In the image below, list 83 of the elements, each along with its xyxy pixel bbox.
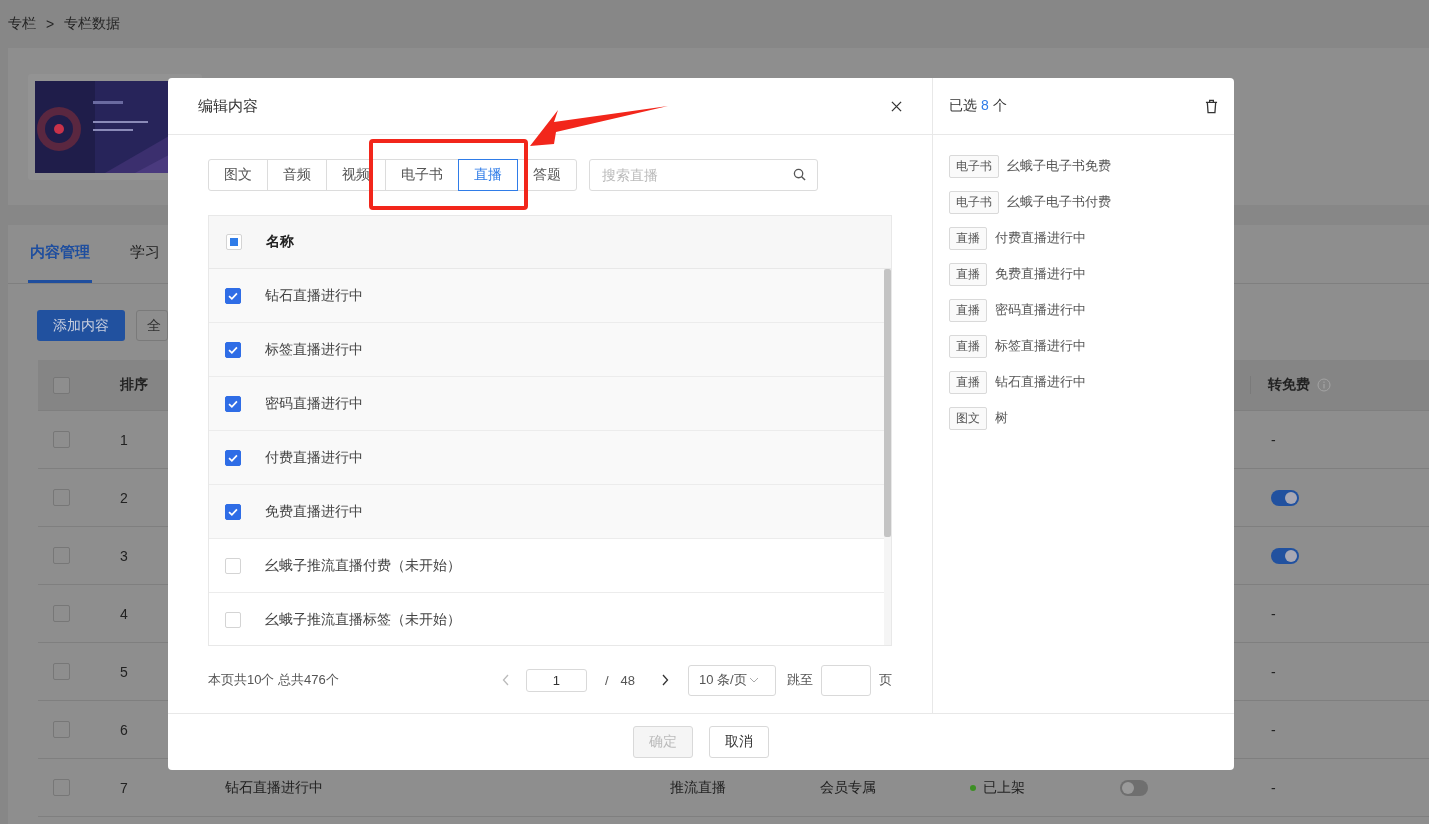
- page-separator: /: [604, 672, 609, 688]
- page-summary: 本页共10个 总共476个: [208, 671, 339, 689]
- table-cell: 会员专属: [820, 778, 876, 797]
- page-size-select[interactable]: 10 条/页: [688, 664, 776, 696]
- table-cell: 钻石直播进行中: [265, 286, 363, 305]
- type-tab[interactable]: 图文: [208, 159, 268, 191]
- table-cell: 2: [120, 489, 128, 506]
- type-tab[interactable]: 电子书: [385, 159, 459, 191]
- checkbox[interactable]: [225, 395, 241, 412]
- checkbox[interactable]: [225, 287, 241, 304]
- type-tag: 直播: [949, 226, 987, 250]
- dialog-title: 编辑内容: [198, 96, 258, 116]
- table-cell: 钻石直播进行中: [225, 778, 323, 797]
- selected-item: 幺蛾子电子书付费: [1007, 193, 1111, 211]
- page-tab[interactable]: 学习: [128, 225, 162, 283]
- next-page-icon[interactable]: [661, 674, 669, 686]
- type-tag: 直播: [949, 370, 987, 394]
- breadcrumb-item[interactable]: 专栏数据: [64, 15, 121, 33]
- type-tab[interactable]: 音频: [267, 159, 327, 191]
- total-pages: 48: [620, 672, 635, 688]
- type-tag: 直播: [949, 334, 987, 358]
- table-cell: 4: [120, 605, 128, 622]
- table-cell: 1: [120, 431, 128, 448]
- column-header: 排序: [120, 376, 148, 394]
- table-cell: 3: [120, 547, 128, 564]
- selected-item: 标签直播进行中: [995, 337, 1086, 355]
- type-tag: 电子书: [949, 154, 999, 178]
- caret-icon: [748, 677, 759, 683]
- selected-item: 免费直播进行中: [995, 265, 1086, 283]
- select-all-checkbox[interactable]: [226, 234, 242, 250]
- trash-icon[interactable]: [1205, 98, 1218, 114]
- add-content-button[interactable]: 添加内容: [37, 310, 125, 341]
- table-cell: 付费直播进行中: [265, 448, 363, 467]
- toggle-switch[interactable]: [1120, 779, 1148, 796]
- table-cell: 推流直播: [670, 778, 726, 797]
- table-cell: 6: [120, 721, 128, 738]
- table-cell: 7: [120, 779, 128, 796]
- table-cell: 幺蛾子推流直播标签（未开始）: [265, 610, 461, 629]
- type-tab[interactable]: 视频: [326, 159, 386, 191]
- checkbox[interactable]: [225, 449, 241, 466]
- table-cell: 免费直播进行中: [265, 502, 363, 521]
- selected-item: 钻石直播进行中: [995, 373, 1086, 391]
- type-tag: 直播: [949, 298, 987, 322]
- type-tag: 电子书: [949, 190, 999, 214]
- type-tab[interactable]: 直播: [458, 159, 518, 191]
- breadcrumb-separator: >: [46, 16, 55, 32]
- jump-label: 跳至: [787, 671, 813, 689]
- table-cell: -: [1271, 721, 1276, 738]
- checkbox[interactable]: [225, 341, 241, 358]
- status-text: 已上架: [983, 778, 1025, 797]
- table-cell: 标签直播进行中: [265, 340, 363, 359]
- table-cell: 5: [120, 663, 128, 680]
- type-tag: 图文: [949, 406, 987, 430]
- type-tab[interactable]: 答题: [517, 159, 577, 191]
- checkbox[interactable]: [225, 503, 241, 520]
- table-cell: 幺蛾子推流直播付费（未开始）: [265, 556, 461, 575]
- filter-button[interactable]: 全: [136, 310, 168, 341]
- jump-unit: 页: [879, 671, 892, 689]
- selected-item: 付费直播进行中: [995, 229, 1086, 247]
- selected-count-text: 已选 8 个: [949, 97, 1007, 115]
- table-cell: -: [1271, 663, 1276, 680]
- toggle-switch[interactable]: [1271, 489, 1299, 506]
- table-cell: -: [1271, 779, 1276, 796]
- selected-item: 幺蛾子电子书免费: [1007, 157, 1111, 175]
- search-icon[interactable]: [793, 168, 806, 181]
- previous-page-icon[interactable]: [501, 674, 510, 686]
- info-icon: [1317, 378, 1331, 392]
- close-icon[interactable]: [891, 100, 902, 112]
- jump-input[interactable]: [821, 664, 871, 696]
- page-input[interactable]: 1: [525, 668, 587, 692]
- scrollbar[interactable]: [884, 269, 891, 537]
- selected-item: 密码直播进行中: [995, 301, 1086, 319]
- selected-item: 树: [995, 409, 1008, 427]
- table-cell: 密码直播进行中: [265, 394, 363, 413]
- toggle-switch[interactable]: [1271, 547, 1299, 564]
- table-cell: -: [1271, 605, 1276, 622]
- breadcrumb-item[interactable]: 专栏: [8, 15, 36, 33]
- table-cell: -: [1271, 431, 1276, 448]
- search-field[interactable]: 搜索直播: [589, 159, 818, 191]
- cancel-button[interactable]: 取消: [709, 726, 769, 758]
- column-header: 转免费: [1268, 376, 1310, 394]
- type-tag: 直播: [949, 262, 987, 286]
- column-header: 名称: [266, 233, 294, 251]
